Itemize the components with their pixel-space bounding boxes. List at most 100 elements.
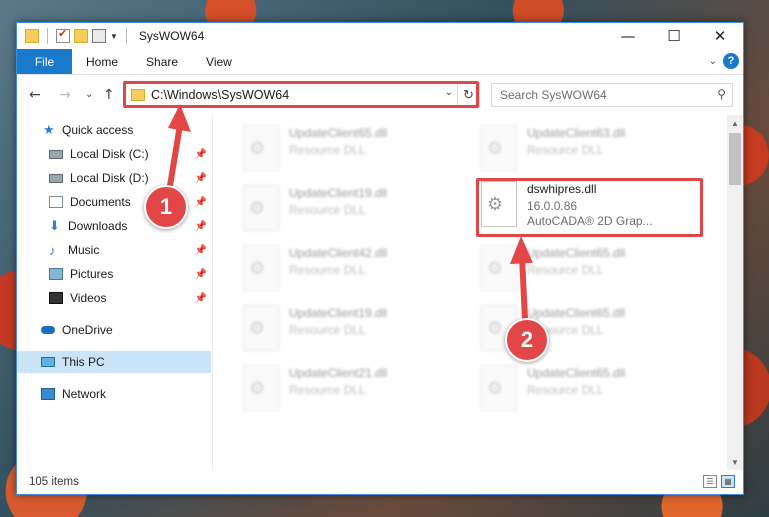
step-2-badge: 2 [505, 318, 549, 362]
file-item[interactable]: UpdateClient63.dll Resource DLL [475, 121, 695, 177]
file-type: Resource DLL [289, 383, 366, 397]
pin-icon[interactable]: 📌 [195, 149, 207, 160]
file-name: UpdateClient21.dll [289, 366, 388, 380]
computer-icon [41, 357, 55, 367]
title-bar: ▼ SysWOW64 — ☐ ✕ [17, 23, 743, 49]
back-button[interactable]: ← [29, 87, 41, 103]
file-name: UpdateClient42.dll [289, 246, 388, 260]
file-type: Resource DLL [289, 263, 366, 277]
sidebar-item-label: Pictures [70, 267, 114, 281]
picture-icon [49, 268, 63, 280]
sidebar-item-label: Network [62, 387, 107, 401]
file-highlight-box [476, 178, 703, 237]
folder-icon[interactable] [25, 29, 39, 43]
dll-file-icon [243, 185, 279, 231]
new-folder-icon[interactable] [74, 29, 88, 43]
scroll-up-icon[interactable]: ▲ [727, 115, 743, 131]
search-icon[interactable]: ⚲ [717, 87, 726, 101]
pin-icon[interactable]: 📌 [195, 221, 207, 232]
video-icon [49, 292, 63, 304]
pin-icon[interactable]: 📌 [195, 245, 207, 256]
file-item[interactable]: UpdateClient65.dll Resource DLL [475, 241, 695, 297]
tab-view[interactable]: View [192, 49, 246, 74]
file-item[interactable]: UpdateClient65.dll Resource DLL [237, 121, 457, 177]
ribbon-tabs: File Home Share View ⌄ ? [17, 49, 743, 75]
sidebar-item-label: This PC [62, 355, 105, 369]
tab-home[interactable]: Home [72, 49, 132, 74]
customize-toolbar-dropdown-icon[interactable]: ▼ [110, 32, 118, 41]
tab-share[interactable]: Share [132, 49, 192, 74]
pin-icon[interactable]: 📌 [195, 197, 207, 208]
sidebar-item-local-disk-d[interactable]: Local Disk (D:) 📌 [17, 167, 211, 189]
sidebar-item-videos[interactable]: Videos 📌 [17, 287, 211, 309]
dll-file-icon [243, 245, 279, 291]
file-name: UpdateClient63.dll [527, 126, 626, 140]
file-name: UpdateClient65.dll [527, 306, 626, 320]
window-title: SysWOW64 [138, 29, 205, 43]
sidebar-item-label: Music [68, 243, 100, 257]
sidebar-item-network[interactable]: Network [17, 383, 211, 405]
navigation-pane: ★ Quick access Local Disk (C:) 📌 Local D… [17, 115, 211, 470]
music-icon: ♪ [49, 242, 56, 258]
disk-icon [49, 149, 63, 159]
file-type: Resource DLL [289, 323, 366, 337]
sidebar-item-label: Downloads [68, 219, 128, 233]
file-type: Resource DLL [527, 143, 604, 157]
forward-button[interactable]: → [59, 87, 71, 103]
sidebar-item-quick-access[interactable]: ★ Quick access [17, 119, 211, 141]
file-item[interactable]: UpdateClient65.dll Resource DLL [475, 361, 695, 417]
dll-file-icon [243, 365, 279, 411]
pin-icon[interactable]: 📌 [195, 173, 207, 184]
file-type: Resource DLL [289, 203, 366, 217]
sidebar-item-label: Local Disk (D:) [70, 171, 149, 185]
sidebar-item-pictures[interactable]: Pictures 📌 [17, 263, 211, 285]
pin-icon[interactable]: 📌 [195, 269, 207, 280]
recent-locations-button[interactable]: ⌄ [85, 89, 93, 100]
download-icon: ⬇ [49, 218, 60, 233]
close-button[interactable]: ✕ [697, 23, 743, 49]
file-item[interactable]: UpdateClient19.dll Resource DLL [237, 181, 457, 237]
details-view-icon[interactable]: ☰ [703, 475, 717, 488]
sidebar-item-label: Videos [70, 291, 107, 305]
status-bar: 105 items ☰ ▦ [17, 470, 743, 494]
search-box[interactable]: Search SysWOW64 ⚲ [491, 83, 733, 107]
network-icon [41, 388, 55, 400]
pin-icon[interactable]: 📌 [195, 293, 207, 304]
properties-icon[interactable] [92, 29, 106, 43]
sidebar-item-onedrive[interactable]: OneDrive [17, 319, 211, 341]
vertical-scrollbar[interactable]: ▲ ▼ [727, 115, 743, 470]
window-controls: — ☐ ✕ [605, 23, 743, 49]
item-count: 105 items [29, 476, 79, 488]
file-explorer-window: ▼ SysWOW64 — ☐ ✕ File Home Share View ⌄ … [16, 22, 744, 495]
star-icon: ★ [43, 122, 55, 137]
sidebar-item-this-pc[interactable]: This PC [17, 351, 211, 373]
properties-check-icon[interactable] [56, 27, 70, 43]
document-icon [49, 196, 63, 208]
expand-ribbon-icon[interactable]: ⌄ [709, 56, 717, 67]
toolbar-divider [47, 28, 48, 44]
scroll-thumb[interactable] [729, 133, 741, 185]
cloud-icon [41, 326, 55, 334]
file-type: Resource DLL [527, 383, 604, 397]
sidebar-item-music[interactable]: ♪ Music 📌 [17, 239, 211, 261]
help-icon[interactable]: ? [723, 53, 739, 69]
tiles-view-icon[interactable]: ▦ [721, 475, 735, 488]
maximize-button[interactable]: ☐ [651, 23, 697, 49]
sidebar-item-local-disk-c[interactable]: Local Disk (C:) 📌 [17, 143, 211, 165]
file-item[interactable]: UpdateClient21.dll Resource DLL [237, 361, 457, 417]
sidebar-item-label: Local Disk (C:) [70, 147, 149, 161]
minimize-button[interactable]: — [605, 23, 651, 49]
navigation-bar: ← → ⌄ ↑ C:\Windows\SysWOW64 ⌄ ↻ Search S… [17, 75, 743, 115]
sidebar-item-label: Quick access [62, 123, 134, 137]
file-item[interactable]: UpdateClient19.dll Resource DLL [237, 301, 457, 357]
file-item[interactable]: UpdateClient42.dll Resource DLL [237, 241, 457, 297]
quick-access-toolbar: ▼ [17, 27, 131, 44]
scroll-down-icon[interactable]: ▼ [727, 454, 743, 470]
file-name: UpdateClient65.dll [527, 366, 626, 380]
sidebar-item-label: Documents [70, 195, 131, 209]
tab-file[interactable]: File [17, 49, 72, 74]
sidebar-item-label: OneDrive [62, 323, 113, 337]
up-button[interactable]: ↑ [103, 87, 115, 103]
ribbon-right-controls: ⌄ ? [709, 53, 739, 69]
dll-file-icon [243, 125, 279, 171]
